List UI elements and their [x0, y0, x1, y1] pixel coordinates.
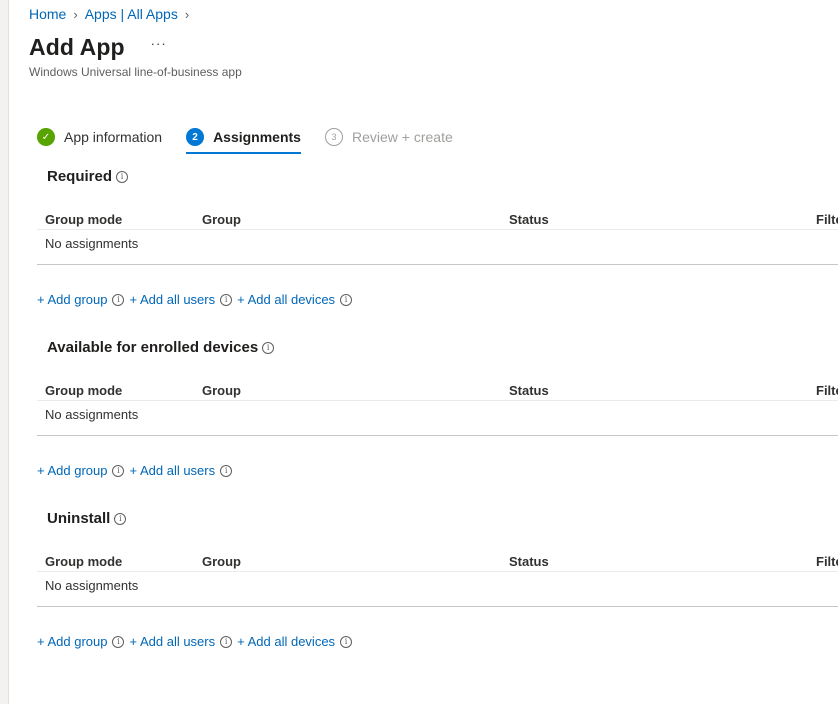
info-icon[interactable]: i: [114, 512, 127, 525]
assignments-table: Group mode Group Status Filte No assignm…: [37, 367, 838, 436]
column-filter[interactable]: Filte: [816, 212, 838, 227]
step-app-information[interactable]: ✓ App information: [37, 127, 162, 147]
step-label: Assignments: [213, 129, 301, 145]
column-group[interactable]: Group: [202, 554, 241, 569]
breadcrumb-apps[interactable]: Apps | All Apps: [85, 6, 178, 22]
table-row: No assignments: [37, 572, 838, 607]
info-icon[interactable]: i: [220, 464, 233, 477]
left-panel-edge: [0, 0, 9, 704]
column-group-mode[interactable]: Group mode: [45, 554, 122, 569]
step-number: 2: [186, 128, 205, 146]
column-status[interactable]: Status: [509, 554, 549, 569]
assignments-table: Group mode Group Status Filte No assignm…: [37, 196, 838, 265]
assignment-actions: + Add group i + Add all users i + Add al…: [37, 292, 357, 307]
column-group[interactable]: Group: [202, 212, 241, 227]
info-icon[interactable]: i: [112, 635, 125, 648]
wizard-steps: ✓ App information 2 Assignments 3 Review…: [37, 127, 477, 154]
add-group-link[interactable]: + Add group: [37, 634, 107, 649]
step-assignments[interactable]: 2 Assignments: [186, 127, 301, 154]
title-row: Add App ···: [29, 34, 167, 61]
checkmark-icon: ✓: [37, 128, 55, 146]
page-subtitle: Windows Universal line-of-business app: [29, 65, 242, 79]
empty-message: No assignments: [45, 236, 139, 251]
info-icon[interactable]: i: [340, 293, 353, 306]
add-all-devices-link[interactable]: + Add all devices: [237, 292, 335, 307]
info-icon[interactable]: i: [112, 293, 125, 306]
column-status[interactable]: Status: [509, 212, 549, 227]
table-header: Group mode Group Status Filte: [37, 367, 838, 401]
column-status[interactable]: Status: [509, 383, 549, 398]
section-title-text: Available for enrolled devices: [47, 339, 259, 356]
add-group-link[interactable]: + Add group: [37, 463, 107, 478]
empty-message: No assignments: [45, 578, 139, 593]
info-icon[interactable]: i: [220, 293, 233, 306]
column-group-mode[interactable]: Group mode: [45, 212, 122, 227]
column-group-mode[interactable]: Group mode: [45, 383, 122, 398]
add-all-users-link[interactable]: + Add all users: [129, 463, 215, 478]
chevron-right-icon: ›: [73, 6, 78, 22]
table-header: Group mode Group Status Filte: [37, 538, 838, 572]
info-icon[interactable]: i: [220, 635, 233, 648]
section-title: Available for enrolled devices i: [47, 339, 275, 356]
add-all-users-link[interactable]: + Add all users: [129, 634, 215, 649]
page-title: Add App: [29, 34, 125, 60]
step-label: App information: [64, 129, 163, 145]
section-title-text: Required: [47, 168, 113, 185]
breadcrumb-home[interactable]: Home: [29, 6, 66, 22]
section-title: Uninstall i: [47, 510, 127, 527]
info-icon[interactable]: i: [112, 464, 125, 477]
step-review-create[interactable]: 3 Review + create: [324, 127, 453, 147]
table-row: No assignments: [37, 230, 838, 265]
step-number: 3: [324, 128, 343, 146]
add-group-link[interactable]: + Add group: [37, 292, 107, 307]
empty-message: No assignments: [45, 407, 139, 422]
column-filter[interactable]: Filte: [816, 383, 838, 398]
table-row: No assignments: [37, 401, 838, 436]
assignment-actions: + Add group i + Add all users i: [37, 463, 237, 478]
table-header: Group mode Group Status Filte: [37, 196, 838, 230]
add-all-users-link[interactable]: + Add all users: [129, 292, 215, 307]
chevron-right-icon: ›: [184, 6, 190, 22]
step-label: Review + create: [351, 129, 453, 145]
info-icon[interactable]: i: [116, 170, 129, 183]
breadcrumb: Home › Apps | All Apps ›: [29, 6, 196, 22]
section-title-text: Uninstall: [47, 510, 111, 527]
more-options-button[interactable]: ···: [151, 36, 167, 51]
column-group[interactable]: Group: [202, 383, 241, 398]
assignments-table: Group mode Group Status Filte No assignm…: [37, 538, 838, 607]
info-icon[interactable]: i: [340, 635, 353, 648]
section-title: Required i: [47, 168, 129, 185]
info-icon[interactable]: i: [262, 341, 275, 354]
column-filter[interactable]: Filte: [816, 554, 838, 569]
add-all-devices-link[interactable]: + Add all devices: [237, 634, 335, 649]
assignment-actions: + Add group i + Add all users i + Add al…: [37, 634, 357, 649]
